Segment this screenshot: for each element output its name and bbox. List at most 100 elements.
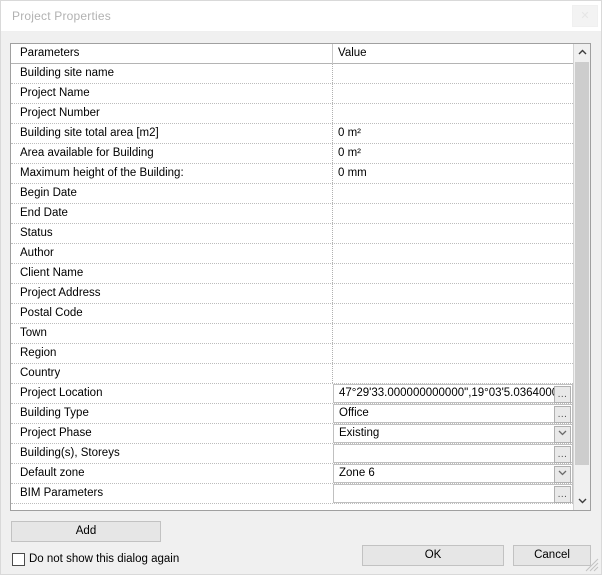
parameter-value[interactable]: Zone 6 bbox=[339, 467, 554, 479]
table-rows-viewport: Building site name Project Name Project Nu… bbox=[11, 64, 573, 510]
row-column-divider bbox=[332, 204, 334, 223]
table-row[interactable]: Maximum height of the Building: 0 mm bbox=[11, 164, 573, 184]
resize-grip-icon[interactable] bbox=[585, 558, 599, 572]
parameter-name: Project Number bbox=[20, 107, 100, 119]
table-row[interactable]: Client Name bbox=[11, 264, 573, 284]
parameter-name: Begin Date bbox=[20, 187, 77, 199]
row-column-divider bbox=[332, 244, 334, 263]
chevron-down-icon bbox=[558, 430, 567, 436]
value-editor-cell[interactable]: … bbox=[333, 444, 573, 463]
table-row[interactable]: Country bbox=[11, 364, 573, 384]
table-row[interactable]: Author bbox=[11, 244, 573, 264]
chevron-up-icon bbox=[578, 49, 586, 55]
parameter-name: Project Location bbox=[20, 387, 103, 399]
row-column-divider bbox=[332, 224, 334, 243]
parameter-name: End Date bbox=[20, 207, 68, 219]
dont-show-again-row[interactable]: Do not show this dialog again bbox=[12, 551, 179, 567]
parameter-value[interactable]: Office bbox=[339, 407, 554, 419]
parameter-value[interactable]: 0 mm bbox=[338, 167, 553, 179]
dont-show-again-checkbox[interactable] bbox=[12, 552, 25, 566]
close-icon: ✕ bbox=[580, 10, 590, 22]
parameter-name: Project Address bbox=[20, 287, 101, 299]
parameter-name: Author bbox=[20, 247, 54, 259]
parameter-name: Country bbox=[20, 367, 61, 379]
dropdown-button[interactable] bbox=[554, 426, 571, 443]
ellipsis-button[interactable]: … bbox=[554, 406, 571, 423]
parameter-name: BIM Parameters bbox=[20, 487, 104, 499]
column-header-value[interactable]: Value bbox=[338, 47, 367, 59]
row-column-divider bbox=[332, 284, 334, 303]
row-column-divider bbox=[332, 184, 334, 203]
row-column-divider bbox=[332, 364, 334, 383]
parameter-name: Default zone bbox=[20, 467, 85, 479]
add-button[interactable]: Add bbox=[11, 521, 161, 542]
parameter-name: Client Name bbox=[20, 267, 84, 279]
value-editor-cell[interactable]: 47°29'33.000000000000",19°03'5.03640000… bbox=[333, 384, 573, 403]
table-row[interactable]: Building site name bbox=[11, 64, 573, 84]
parameter-name: Building(s), Storeys bbox=[20, 447, 120, 459]
table-row[interactable]: Default zone Zone 6 bbox=[11, 464, 573, 484]
chevron-down-icon bbox=[558, 470, 567, 476]
ok-button[interactable]: OK bbox=[362, 545, 504, 566]
table-row[interactable]: Status bbox=[11, 224, 573, 244]
cancel-button[interactable]: Cancel bbox=[513, 545, 591, 566]
column-divider[interactable] bbox=[332, 44, 333, 64]
close-button[interactable]: ✕ bbox=[572, 5, 598, 27]
table-row[interactable]: Project Name bbox=[11, 84, 573, 104]
table-row[interactable]: Building(s), Storeys … bbox=[11, 444, 573, 464]
column-header-parameters[interactable]: Parameters bbox=[20, 47, 79, 59]
value-editor-cell[interactable]: Office… bbox=[333, 404, 573, 423]
table-row[interactable]: Town bbox=[11, 324, 573, 344]
table-row[interactable]: Project Number bbox=[11, 104, 573, 124]
dropdown-button[interactable] bbox=[554, 466, 571, 483]
table-row[interactable]: Building Type Office… bbox=[11, 404, 573, 424]
parameter-name: Project Name bbox=[20, 87, 90, 99]
parameter-name: Building site name bbox=[20, 67, 114, 79]
table-row[interactable]: Building site total area [m2] 0 m² bbox=[11, 124, 573, 144]
row-column-divider bbox=[332, 104, 334, 123]
parameter-name: Building site total area [m2] bbox=[20, 127, 159, 139]
parameter-name: Project Phase bbox=[20, 427, 92, 439]
row-column-divider bbox=[332, 264, 334, 283]
table-header-row: Parameters Value bbox=[11, 44, 590, 64]
parameters-table: Parameters Value Building site name Proje… bbox=[10, 43, 591, 511]
row-column-divider bbox=[332, 84, 334, 103]
ellipsis-button[interactable]: … bbox=[554, 386, 571, 403]
table-row[interactable]: Project Phase Existing bbox=[11, 424, 573, 444]
table-row[interactable]: Project Location 47°29'33.000000000000",1… bbox=[11, 384, 573, 404]
row-column-divider bbox=[332, 344, 334, 363]
value-editor-cell[interactable]: Zone 6 bbox=[333, 464, 573, 483]
value-editor-cell[interactable]: Existing bbox=[333, 424, 573, 443]
table-row[interactable]: Postal Code bbox=[11, 304, 573, 324]
ellipsis-button[interactable]: … bbox=[554, 486, 571, 503]
project-properties-dialog: Project Properties ✕ Parameters Value Bu… bbox=[0, 0, 602, 575]
value-editor-cell[interactable]: … bbox=[333, 484, 573, 503]
parameter-value[interactable]: Existing bbox=[339, 427, 554, 439]
scroll-down-button[interactable] bbox=[574, 493, 590, 510]
parameter-name: Building Type bbox=[20, 407, 89, 419]
parameter-name: Area available for Building bbox=[20, 147, 154, 159]
table-row[interactable]: Begin Date bbox=[11, 184, 573, 204]
table-row[interactable]: Project Address bbox=[11, 284, 573, 304]
parameter-value[interactable]: 0 m² bbox=[338, 127, 553, 139]
parameter-name: Region bbox=[20, 347, 57, 359]
parameter-name: Maximum height of the Building: bbox=[20, 167, 184, 179]
scroll-up-button[interactable] bbox=[574, 44, 590, 61]
table-row[interactable]: Region bbox=[11, 344, 573, 364]
scrollbar-thumb[interactable] bbox=[575, 62, 589, 465]
ellipsis-button[interactable]: … bbox=[554, 446, 571, 463]
table-row[interactable]: BIM Parameters … bbox=[11, 484, 573, 504]
table-row[interactable]: Area available for Building 0 m² bbox=[11, 144, 573, 164]
table-row[interactable]: End Date bbox=[11, 204, 573, 224]
parameter-value[interactable]: 47°29'33.000000000000",19°03'5.03640000 bbox=[339, 387, 554, 399]
window-title: Project Properties bbox=[12, 9, 111, 23]
dont-show-again-label: Do not show this dialog again bbox=[29, 553, 180, 565]
row-column-divider bbox=[332, 144, 334, 163]
row-column-divider bbox=[332, 164, 334, 183]
parameter-name: Town bbox=[20, 327, 47, 339]
vertical-scrollbar[interactable] bbox=[573, 44, 590, 510]
title-bar[interactable]: Project Properties ✕ bbox=[1, 1, 601, 32]
parameter-value[interactable]: 0 m² bbox=[338, 147, 553, 159]
row-column-divider bbox=[332, 324, 334, 343]
row-column-divider bbox=[332, 304, 334, 323]
